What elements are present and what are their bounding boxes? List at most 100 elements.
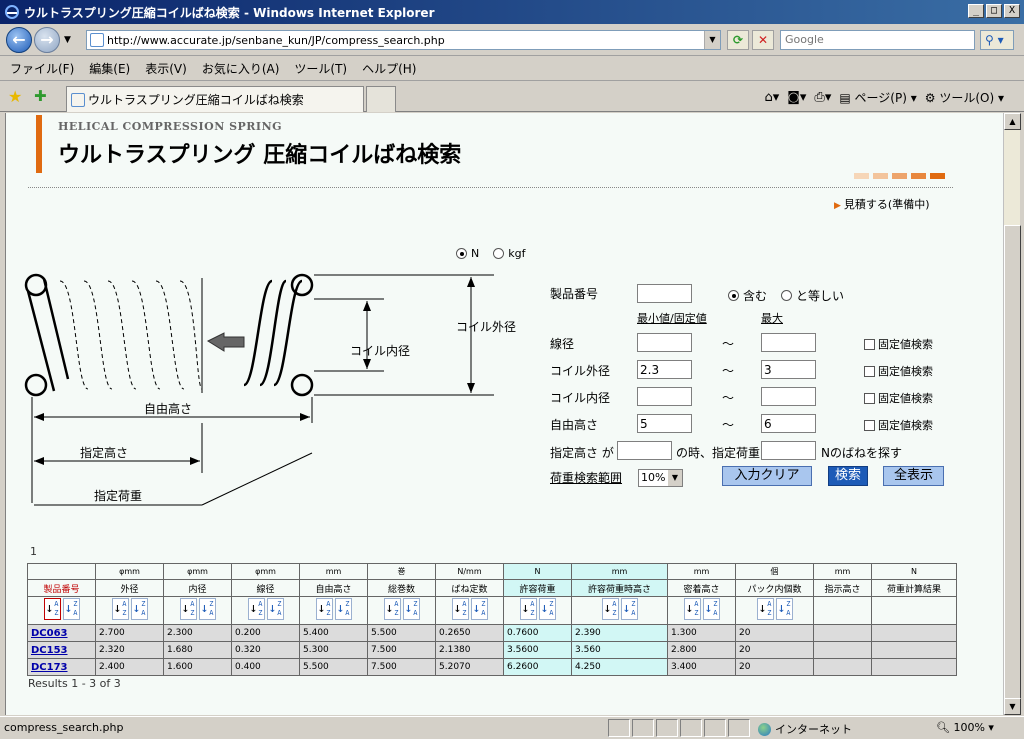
address-input[interactable]: [107, 33, 697, 47]
feeds-icon[interactable]: ◙▾: [787, 90, 806, 105]
sort-asc-icon[interactable]: ↓ A Z: [601, 598, 619, 620]
unit-n-radio[interactable]: [456, 248, 467, 259]
load-range-select[interactable]: 10% ▼: [638, 469, 683, 487]
search-input[interactable]: [785, 33, 970, 46]
sort-asc-icon[interactable]: ↓ A Z: [315, 598, 333, 620]
checkbox-icon[interactable]: [864, 392, 875, 404]
sort-desc-icon[interactable]: ↓ Z A: [775, 598, 793, 620]
unit-kgf-radio[interactable]: [493, 248, 505, 259]
set-height-input[interactable]: [617, 441, 672, 460]
address-field[interactable]: ▼: [86, 30, 721, 50]
sort-desc-icon[interactable]: ↓ Z A: [130, 598, 148, 620]
checkbox-icon[interactable]: [864, 419, 875, 431]
inner-diameter-min-input[interactable]: [637, 387, 692, 406]
free-height-fixed-check[interactable]: 固定値検索: [864, 417, 933, 433]
vertical-scrollbar[interactable]: ▲ ▼: [1003, 113, 1021, 715]
menu-file[interactable]: ファイル(F): [10, 60, 74, 77]
sort-desc-icon[interactable]: ↓ Z A: [402, 598, 420, 620]
product-no-input[interactable]: [637, 284, 692, 303]
print-icon[interactable]: ⎙▾: [814, 90, 831, 105]
outer-diameter-max-input[interactable]: [761, 360, 816, 379]
chevron-down-icon[interactable]: ▼: [668, 470, 682, 486]
scroll-thumb[interactable]: [1004, 225, 1021, 700]
sort-asc-icon[interactable]: ↓ A Z: [683, 598, 701, 620]
minimize-button[interactable]: _: [968, 4, 984, 18]
sort-asc-icon[interactable]: ↓ A Z: [179, 598, 197, 620]
page-number[interactable]: 1: [30, 545, 37, 558]
security-zone[interactable]: インターネット: [758, 721, 852, 737]
menu-help[interactable]: ヘルプ(H): [362, 60, 416, 77]
sort-asc-icon[interactable]: ↓ A Z: [383, 598, 401, 620]
product-link[interactable]: DC153: [31, 645, 68, 656]
set-load-input[interactable]: [761, 441, 816, 460]
sort-desc-icon[interactable]: ↓ Z A: [470, 598, 488, 620]
table-row: DC063 2.700 2.300 0.200 5.400 5.500 0.26…: [27, 624, 957, 642]
forward-button[interactable]: →: [34, 27, 60, 53]
product-link[interactable]: DC173: [31, 662, 68, 673]
tab-current[interactable]: ウルトラスプリング圧縮コイルばね検索: [66, 86, 364, 112]
spring-diagram: コイル外径 コイル内径 自由高さ 指定高さ 指定荷重: [24, 273, 516, 506]
sort-desc-icon[interactable]: ↓ Z A: [198, 598, 216, 620]
favorites-star-icon[interactable]: ★: [8, 87, 22, 106]
sort-asc-icon[interactable]: ↓ A Z: [43, 598, 61, 620]
sort-desc-icon[interactable]: ↓ Z A: [266, 598, 284, 620]
sort-desc-icon[interactable]: ↓ Z A: [334, 598, 352, 620]
checkbox-icon[interactable]: [864, 338, 875, 350]
contains-radio[interactable]: [728, 290, 739, 301]
equals-radio[interactable]: [781, 290, 793, 301]
scroll-up-icon[interactable]: ▲: [1004, 113, 1021, 130]
inner-diameter-max-input[interactable]: [761, 387, 816, 406]
wire-diameter-fixed-check[interactable]: 固定値検索: [864, 336, 933, 352]
add-favorite-icon[interactable]: ✚: [34, 87, 47, 105]
show-all-button[interactable]: 全表示: [883, 466, 944, 486]
sort-desc-icon[interactable]: ↓ Z A: [620, 598, 638, 620]
free-height-min-input[interactable]: [637, 414, 692, 433]
inner-diameter-fixed-check[interactable]: 固定値検索: [864, 390, 933, 406]
close-button[interactable]: X: [1004, 4, 1020, 18]
scroll-down-icon[interactable]: ▼: [1004, 698, 1021, 715]
maximize-button[interactable]: □: [986, 4, 1002, 18]
sort-desc-icon[interactable]: ↓ Z A: [62, 598, 80, 620]
sort-asc-icon[interactable]: ↓ A Z: [247, 598, 265, 620]
stop-button[interactable]: ✕: [752, 30, 774, 50]
sort-asc-icon[interactable]: ↓ A Z: [519, 598, 537, 620]
ie-logo-icon: [5, 5, 19, 19]
sort-asc-icon[interactable]: ↓ A Z: [451, 598, 469, 620]
sort-asc-icon[interactable]: ↓ A Z: [111, 598, 129, 620]
unit-row: φmm φmm φmm mm 巻 N/mm N mm mm 個 mm N: [27, 563, 957, 580]
search-button[interactable]: 検索: [828, 466, 868, 486]
product-link[interactable]: DC063: [31, 628, 68, 639]
free-height-max-input[interactable]: [761, 414, 816, 433]
sort-cell: ↓ A Z ↓ Z A: [503, 596, 572, 625]
estimate-link[interactable]: ▶ 見積する(準備中): [834, 196, 930, 212]
tools-menu[interactable]: ⚙ ツール(O) ▾: [925, 89, 1004, 106]
sort-desc-icon[interactable]: ↓ Z A: [702, 598, 720, 620]
page-menu[interactable]: ▤ ページ(P) ▾: [839, 89, 916, 106]
wire-diameter-max-input[interactable]: [761, 333, 816, 352]
history-dropdown-icon[interactable]: ▼: [64, 35, 71, 45]
sort-desc-icon[interactable]: ↓ Z A: [538, 598, 556, 620]
search-go-button[interactable]: ⚲ ▾: [980, 30, 1014, 50]
refresh-button[interactable]: ⟳: [727, 30, 749, 50]
menu-edit[interactable]: 編集(E): [89, 60, 130, 77]
new-tab-button[interactable]: [366, 86, 396, 112]
wire-diameter-min-input[interactable]: [637, 333, 692, 352]
clear-button[interactable]: 入力クリア: [722, 466, 812, 486]
outer-diameter-min-input[interactable]: [637, 360, 692, 379]
table-cell: [871, 658, 957, 676]
unit-cell: φmm: [163, 563, 232, 580]
sort-asc-icon[interactable]: ↓ A Z: [756, 598, 774, 620]
address-dropdown-icon[interactable]: ▼: [704, 31, 720, 49]
search-field[interactable]: [780, 30, 975, 50]
menu-favorites[interactable]: お気に入り(A): [202, 60, 280, 77]
zoom-level[interactable]: 🔍︎ 100% ▾: [936, 721, 994, 734]
home-icon[interactable]: ⌂▾: [765, 90, 780, 105]
back-button[interactable]: ←: [6, 27, 32, 53]
menu-tools[interactable]: ツール(T): [294, 60, 347, 77]
checkbox-icon[interactable]: [864, 365, 875, 377]
status-pane: [680, 719, 702, 737]
menu-view[interactable]: 表示(V): [145, 60, 187, 77]
sort-cell: ↓ A Z ↓ Z A: [435, 596, 504, 625]
table-cell: 5.300: [299, 641, 368, 659]
outer-diameter-fixed-check[interactable]: 固定値検索: [864, 363, 933, 379]
